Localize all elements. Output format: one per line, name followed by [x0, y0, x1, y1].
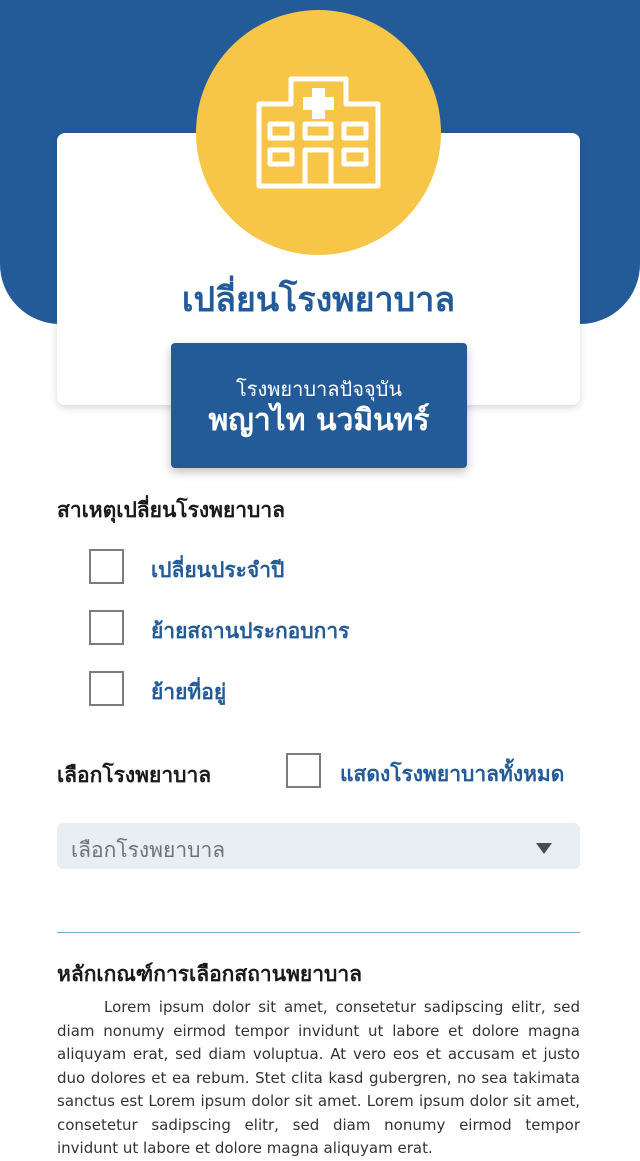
reason-label-address[interactable]: ย้ายที่อยู่	[151, 676, 226, 709]
current-hospital-name: พญาไท นวมินทร์	[208, 403, 430, 438]
hospital-select-value: เลือกโรงพยาบาล	[71, 838, 226, 862]
reason-checkbox-annual[interactable]	[89, 549, 124, 584]
hospital-icon-badge	[196, 10, 441, 255]
hospital-icon	[256, 76, 381, 189]
reason-label-workplace[interactable]: ย้ายสถานประกอบการ	[151, 615, 349, 648]
show-all-checkbox[interactable]	[286, 753, 321, 788]
current-hospital-card: โรงพยาบาลปัจจุบัน พญาไท นวมินทร์	[171, 343, 467, 468]
criteria-body: Lorem ipsum dolor sit amet, consetetur s…	[57, 998, 580, 1157]
reason-heading: สาเหตุเปลี่ยนโรงพยาบาล	[57, 498, 286, 522]
chevron-down-icon	[536, 843, 552, 854]
reason-checkbox-workplace[interactable]	[89, 610, 124, 645]
select-hospital-heading: เลือกโรงพยาบาล	[57, 763, 212, 787]
reason-label-annual[interactable]: เปลี่ยนประจำปี	[151, 554, 284, 587]
section-divider	[57, 932, 580, 933]
criteria-heading: หลักเกณฑ์การเลือกสถานพยาบาล	[57, 962, 363, 986]
show-all-label[interactable]: แสดงโรงพยาบาลทั้งหมด	[340, 758, 564, 791]
hospital-select[interactable]: เลือกโรงพยาบาล	[57, 823, 580, 869]
reason-checkbox-address[interactable]	[89, 671, 124, 706]
page-title: เปลี่ยนโรงพยาบาล	[181, 280, 456, 320]
